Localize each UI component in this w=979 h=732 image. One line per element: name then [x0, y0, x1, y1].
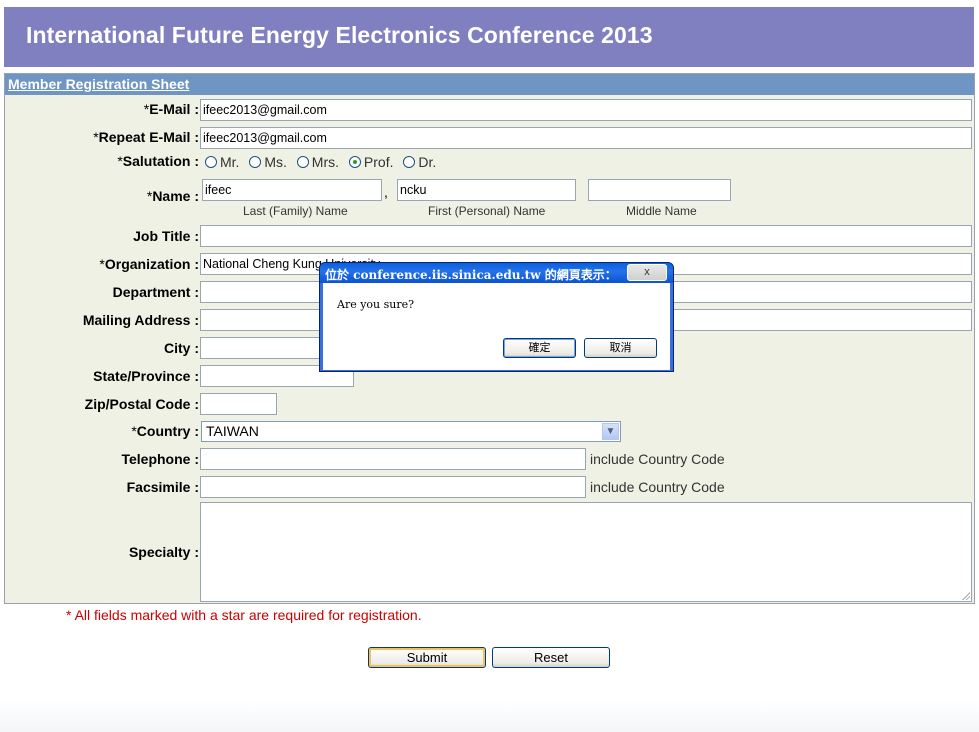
- specialty-label: Specialty :: [128, 544, 199, 560]
- country-selected-value: TAIWAN: [206, 423, 259, 439]
- radio-label: Ms.: [264, 154, 287, 170]
- state-label: State/Province :: [93, 368, 199, 384]
- salutation-option-mrs[interactable]: Mrs.: [296, 154, 340, 170]
- mailing-address-label: Mailing Address :: [82, 312, 199, 328]
- middle-name-caption: Middle Name: [626, 204, 697, 218]
- telephone-field[interactable]: [200, 448, 586, 470]
- submit-button[interactable]: Submit: [368, 647, 486, 668]
- telephone-label: Telephone :: [121, 451, 199, 467]
- organization-label: *Organization :: [99, 256, 199, 272]
- last-name-caption: Last (Family) Name: [243, 204, 348, 218]
- email-field[interactable]: ifeec2013@gmail.com: [200, 99, 972, 121]
- salutation-radio-group: Mr. Ms. Mrs. Prof. Dr.: [205, 154, 442, 171]
- repeat-email-label-text: Repeat E-Mail :: [98, 129, 199, 145]
- radio-button[interactable]: [296, 156, 309, 168]
- country-label: *Country :: [131, 423, 199, 439]
- facsimile-hint: include Country Code: [590, 479, 725, 495]
- conference-title: International Future Energy Electronics …: [26, 22, 653, 48]
- last-name-field[interactable]: ifeec: [202, 179, 382, 201]
- radio-label: Mr.: [220, 154, 240, 170]
- dialog-titlebar[interactable]: 位於 conference.iis.sinica.edu.tw 的網頁表示： x: [320, 263, 673, 283]
- name-separator: ,: [384, 184, 388, 200]
- salutation-label-text: Salutation :: [122, 153, 199, 169]
- dialog-title: 位於 conference.iis.sinica.edu.tw 的網頁表示：: [325, 268, 617, 282]
- radio-label: Prof.: [363, 154, 394, 170]
- resize-grip-icon[interactable]: [961, 591, 970, 600]
- radio-label: Dr.: [418, 154, 437, 170]
- dialog-cancel-button[interactable]: 取消: [584, 338, 657, 358]
- country-select[interactable]: TAIWAN ▼: [201, 421, 621, 442]
- repeat-email-field[interactable]: ifeec2013@gmail.com: [200, 127, 972, 149]
- chevron-down-icon[interactable]: ▼: [602, 423, 619, 440]
- telephone-hint: include Country Code: [590, 451, 725, 467]
- zip-label: Zip/Postal Code :: [84, 396, 199, 412]
- email-label-text: E-Mail :: [149, 101, 199, 117]
- radio-label: Mrs.: [311, 154, 340, 170]
- specialty-textarea[interactable]: [200, 502, 972, 602]
- page-bottom-fade: [0, 700, 979, 732]
- first-name-field[interactable]: ncku: [397, 179, 576, 201]
- salutation-option-mr[interactable]: Mr.: [205, 154, 239, 170]
- name-label: *Name :: [147, 188, 199, 204]
- organization-label-text: Organization :: [104, 256, 199, 272]
- salutation-option-ms[interactable]: Ms.: [249, 154, 287, 170]
- zip-field[interactable]: [200, 393, 277, 415]
- city-label: City :: [164, 340, 199, 356]
- salutation-option-prof[interactable]: Prof.: [348, 154, 394, 170]
- salutation-option-dr[interactable]: Dr.: [403, 154, 436, 170]
- facsimile-field[interactable]: [200, 476, 586, 498]
- close-icon[interactable]: x: [627, 264, 667, 281]
- reset-button[interactable]: Reset: [492, 647, 610, 668]
- sheet-header: Member Registration Sheet: [5, 74, 974, 95]
- salutation-label: *Salutation :: [117, 153, 199, 169]
- email-label: *E-Mail :: [144, 101, 199, 117]
- required-fields-note: * All fields marked with a star are requ…: [66, 607, 422, 623]
- repeat-email-label: *Repeat E-Mail :: [93, 129, 199, 145]
- country-label-text: Country :: [136, 423, 199, 439]
- job-title-field[interactable]: [200, 225, 972, 247]
- first-name-caption: First (Personal) Name: [428, 204, 546, 218]
- job-title-label: Job Title :: [133, 228, 199, 244]
- dialog-body: Are you sure? 確定 取消: [323, 283, 670, 370]
- radio-button[interactable]: [205, 156, 217, 168]
- dialog-message: Are you sure?: [337, 298, 415, 311]
- radio-button-selected[interactable]: [348, 156, 361, 168]
- radio-button[interactable]: [403, 156, 416, 168]
- facsimile-label: Facsimile :: [126, 479, 199, 495]
- department-label: Department :: [112, 284, 199, 300]
- conference-banner: International Future Energy Electronics …: [4, 7, 974, 67]
- middle-name-field[interactable]: [588, 179, 731, 201]
- dialog-ok-button[interactable]: 確定: [503, 338, 576, 358]
- name-label-text: Name :: [152, 188, 199, 204]
- radio-button[interactable]: [249, 156, 262, 168]
- confirm-dialog: 位於 conference.iis.sinica.edu.tw 的網頁表示： x…: [319, 262, 674, 372]
- sheet-title-link[interactable]: Member Registration Sheet: [8, 76, 189, 92]
